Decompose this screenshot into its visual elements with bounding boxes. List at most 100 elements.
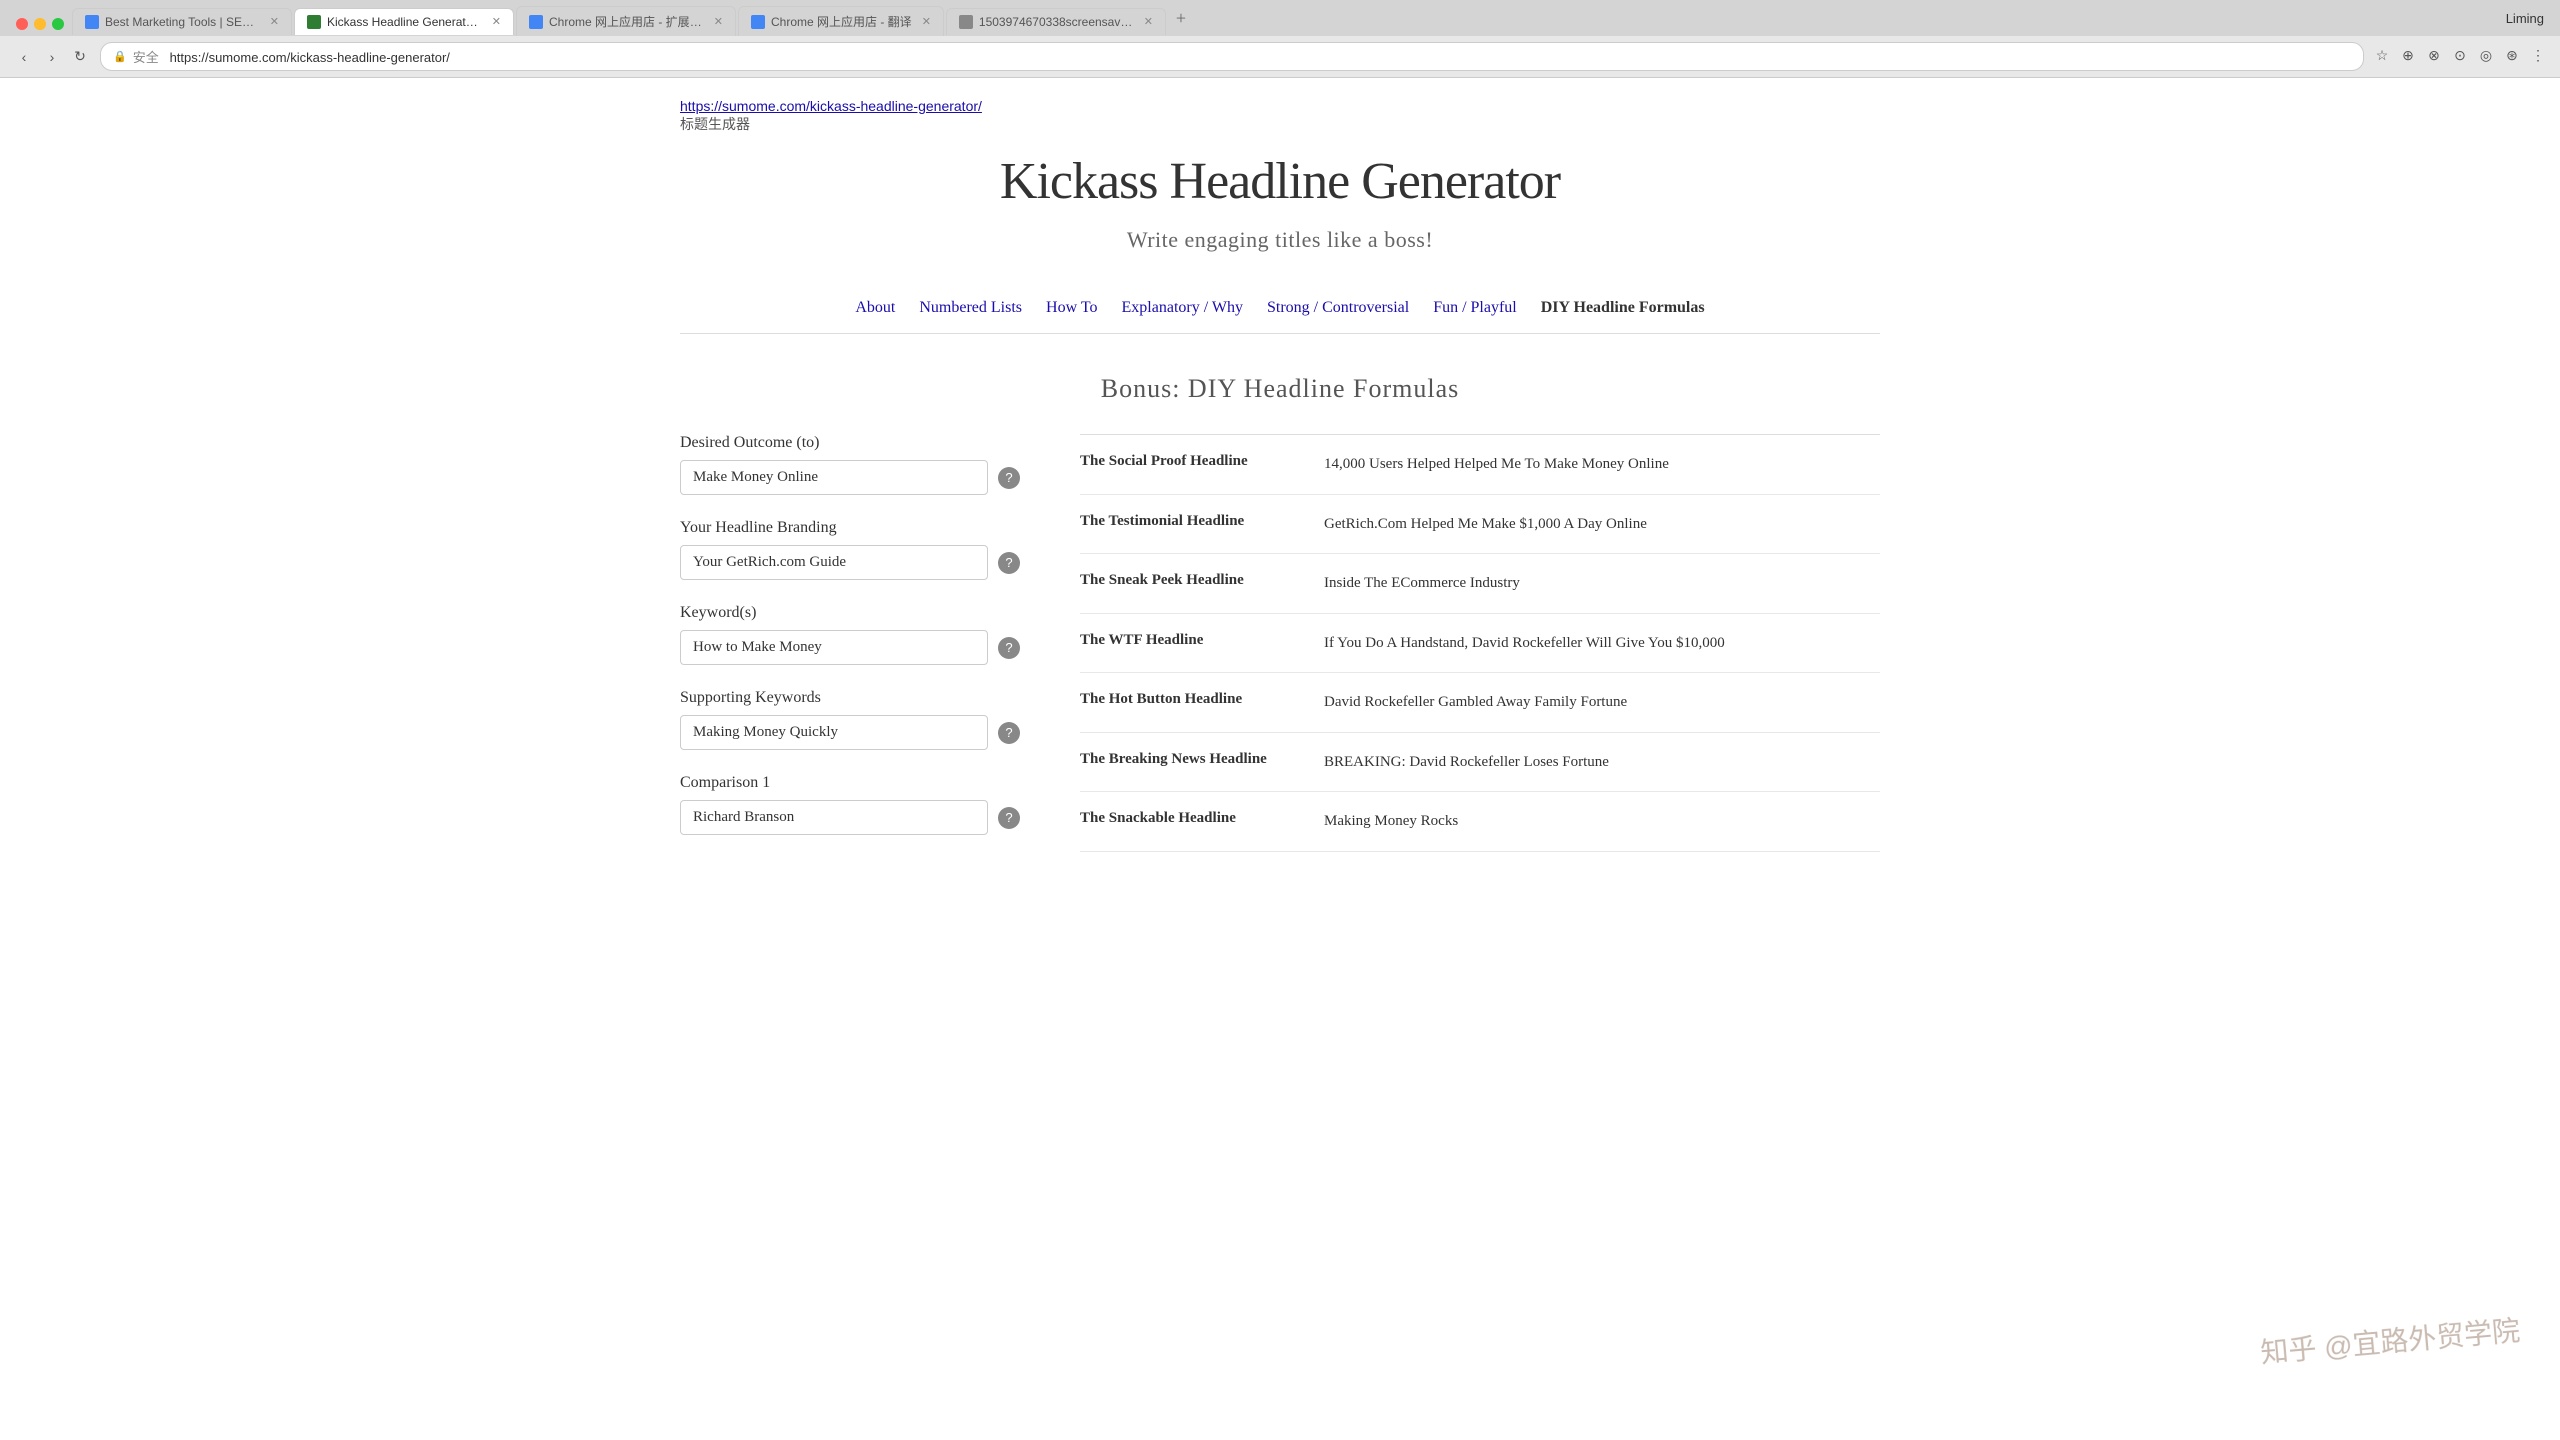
supporting-keywords-group: Supporting Keywords ?	[680, 689, 1020, 750]
extension-icon-3[interactable]: ⊙	[2450, 47, 2470, 67]
form-panel: Desired Outcome (to) ? Your Headline Bra…	[680, 434, 1020, 859]
close-button[interactable]	[16, 18, 28, 30]
page-url-link[interactable]: https://sumome.com/kickass-headline-gene…	[680, 98, 1880, 114]
tab-5[interactable]: 1503974670338screensave... ✕	[946, 8, 1166, 35]
desired-outcome-input[interactable]	[680, 460, 988, 495]
page-header: Kickass Headline Generator Write engagin…	[680, 142, 1880, 283]
result-sneak-peek-label: The Sneak Peek Headline	[1080, 572, 1300, 589]
tab-4[interactable]: Chrome 网上应用店 - 翻译 ✕	[738, 6, 944, 36]
result-hot-button-value: David Rockefeller Gambled Away Family Fo…	[1324, 691, 1880, 714]
new-tab-button[interactable]: +	[1176, 8, 1186, 35]
nav-fun[interactable]: Fun / Playful	[1433, 299, 1517, 317]
result-wtf: The WTF Headline If You Do A Handstand, …	[1080, 614, 1880, 674]
extension-icon-1[interactable]: ⊕	[2398, 47, 2418, 67]
maximize-button[interactable]	[52, 18, 64, 30]
result-breaking-news: The Breaking News Headline BREAKING: Dav…	[1080, 733, 1880, 793]
extension-icon-5[interactable]: ⊛	[2502, 47, 2522, 67]
result-hot-button: The Hot Button Headline David Rockefelle…	[1080, 673, 1880, 733]
result-sneak-peek-value: Inside The ECommerce Industry	[1324, 572, 1880, 595]
result-wtf-value: If You Do A Handstand, David Rockefeller…	[1324, 632, 1880, 655]
keywords-input[interactable]	[680, 630, 988, 665]
result-breaking-news-value: BREAKING: David Rockefeller Loses Fortun…	[1324, 751, 1880, 774]
forward-button[interactable]: ›	[40, 45, 64, 69]
desired-outcome-help[interactable]: ?	[998, 467, 1020, 489]
result-sneak-peek: The Sneak Peek Headline Inside The EComm…	[1080, 554, 1880, 614]
refresh-button[interactable]: ↻	[68, 45, 92, 69]
nav-strong[interactable]: Strong / Controversial	[1267, 299, 1409, 317]
user-name: Liming	[2506, 11, 2560, 32]
results-panel: The Social Proof Headline 14,000 Users H…	[1080, 434, 1880, 852]
nav-explanatory[interactable]: Explanatory / Why	[1122, 299, 1243, 317]
watermark-overlay: 知乎 @宜路外贸学院	[2259, 1309, 2522, 1372]
cn-label: 标题生成器	[680, 116, 750, 132]
tab-2[interactable]: Kickass Headline Generator f... ✕	[294, 8, 514, 35]
minimize-button[interactable]	[34, 18, 46, 30]
tab-4-close[interactable]: ✕	[922, 15, 931, 28]
comparison-input[interactable]	[680, 800, 988, 835]
address-bar-row: ‹ › ↻ 🔒 安全 https://sumome.com/kickass-he…	[0, 36, 2560, 77]
supporting-keywords-row: ?	[680, 715, 1020, 750]
page-subtitle: Write engaging titles like a boss!	[680, 227, 1880, 253]
result-wtf-label: The WTF Headline	[1080, 632, 1300, 649]
result-social-proof-value: 14,000 Users Helped Helped Me To Make Mo…	[1324, 453, 1880, 476]
keywords-label: Keyword(s)	[680, 604, 1020, 622]
result-testimonial-label: The Testimonial Headline	[1080, 513, 1300, 530]
desired-outcome-group: Desired Outcome (to) ?	[680, 434, 1020, 495]
supporting-keywords-help[interactable]: ?	[998, 722, 1020, 744]
tab-1[interactable]: Best Marketing Tools | SEO T... ✕	[72, 8, 292, 35]
bookmark-icon[interactable]: ☆	[2372, 47, 2392, 67]
nav-links: About Numbered Lists How To Explanatory …	[680, 283, 1880, 334]
top-links: https://sumome.com/kickass-headline-gene…	[680, 98, 1880, 134]
result-testimonial: The Testimonial Headline GetRich.Com Hel…	[1080, 495, 1880, 555]
extension-icon-2[interactable]: ⊗	[2424, 47, 2444, 67]
nav-numbered[interactable]: Numbered Lists	[919, 299, 1022, 317]
comparison-row: ?	[680, 800, 1020, 835]
headline-branding-input[interactable]	[680, 545, 988, 580]
result-social-proof: The Social Proof Headline 14,000 Users H…	[1080, 435, 1880, 495]
result-social-proof-label: The Social Proof Headline	[1080, 453, 1300, 470]
result-snackable-value: Making Money Rocks	[1324, 810, 1880, 833]
headline-branding-help[interactable]: ?	[998, 552, 1020, 574]
more-button[interactable]: ⋮	[2528, 47, 2548, 67]
tab-bar: Best Marketing Tools | SEO T... ✕ Kickas…	[72, 6, 2560, 36]
supporting-keywords-label: Supporting Keywords	[680, 689, 1020, 707]
desired-outcome-row: ?	[680, 460, 1020, 495]
lock-icon: 🔒	[113, 50, 127, 63]
nav-buttons: ‹ › ↻	[12, 45, 92, 69]
tab-3[interactable]: Chrome 网上应用店 - 扩展程序... ✕	[516, 6, 736, 36]
address-bar[interactable]: 🔒 安全 https://sumome.com/kickass-headline…	[100, 42, 2364, 71]
headline-branding-group: Your Headline Branding ?	[680, 519, 1020, 580]
headline-branding-label: Your Headline Branding	[680, 519, 1020, 537]
comparison-help[interactable]: ?	[998, 807, 1020, 829]
keywords-row: ?	[680, 630, 1020, 665]
comparison-group: Comparison 1 ?	[680, 774, 1020, 835]
headline-branding-row: ?	[680, 545, 1020, 580]
keywords-group: Keyword(s) ?	[680, 604, 1020, 665]
keywords-help[interactable]: ?	[998, 637, 1020, 659]
result-hot-button-label: The Hot Button Headline	[1080, 691, 1300, 708]
back-button[interactable]: ‹	[12, 45, 36, 69]
nav-about[interactable]: About	[855, 299, 895, 317]
tab-2-close[interactable]: ✕	[492, 15, 501, 28]
desired-outcome-label: Desired Outcome (to)	[680, 434, 1020, 452]
tab-3-close[interactable]: ✕	[714, 15, 723, 28]
main-layout: Desired Outcome (to) ? Your Headline Bra…	[680, 434, 1880, 859]
tab-5-close[interactable]: ✕	[1144, 15, 1153, 28]
page-title: Kickass Headline Generator	[680, 152, 1880, 211]
result-snackable: The Snackable Headline Making Money Rock…	[1080, 792, 1880, 852]
result-snackable-label: The Snackable Headline	[1080, 810, 1300, 827]
result-testimonial-value: GetRich.Com Helped Me Make $1,000 A Day …	[1324, 513, 1880, 536]
address-text: 安全 https://sumome.com/kickass-headline-g…	[133, 47, 2351, 66]
section-heading: Bonus: DIY Headline Formulas	[680, 374, 1880, 404]
nav-howto[interactable]: How To	[1046, 299, 1097, 317]
traffic-lights	[8, 18, 72, 36]
page-content: https://sumome.com/kickass-headline-gene…	[640, 78, 1920, 919]
toolbar-icons: ☆ ⊕ ⊗ ⊙ ◎ ⊛ ⋮	[2372, 47, 2548, 67]
tab-1-close[interactable]: ✕	[270, 15, 279, 28]
extension-icon-4[interactable]: ◎	[2476, 47, 2496, 67]
nav-diy[interactable]: DIY Headline Formulas	[1541, 299, 1705, 317]
supporting-keywords-input[interactable]	[680, 715, 988, 750]
result-breaking-news-label: The Breaking News Headline	[1080, 751, 1300, 768]
browser-chrome: Best Marketing Tools | SEO T... ✕ Kickas…	[0, 0, 2560, 78]
comparison-label: Comparison 1	[680, 774, 1020, 792]
